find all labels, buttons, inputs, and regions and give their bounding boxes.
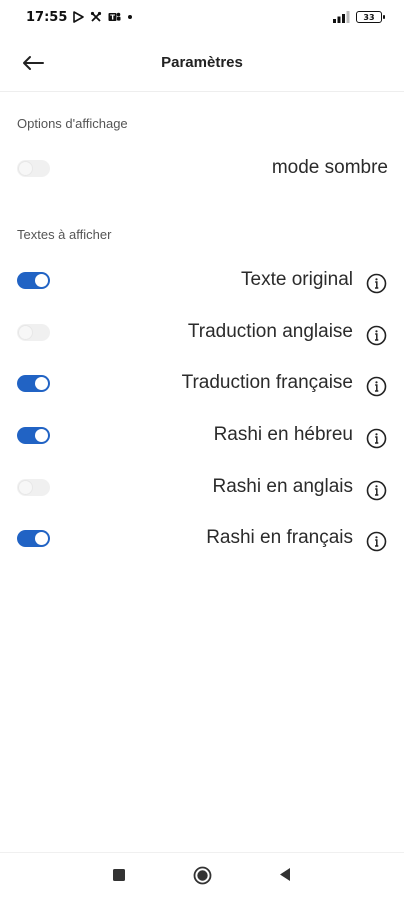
rashi-english-toggle[interactable] <box>17 479 50 496</box>
settings-screen: 17:55 T 33 Paramètres Options d'affichag… <box>0 0 404 900</box>
status-bar: 17:55 T 33 <box>0 0 404 34</box>
toggle-knob <box>35 429 48 442</box>
french-translation-toggle[interactable] <box>17 375 50 392</box>
info-icon[interactable] <box>366 428 387 449</box>
setting-label: Rashi en anglais <box>212 476 353 497</box>
status-right: 33 <box>333 11 385 23</box>
arrow-left-icon <box>23 56 44 70</box>
toggle-knob <box>35 274 48 287</box>
teams-icon: T <box>108 11 121 23</box>
status-left: 17:55 T <box>26 10 133 25</box>
info-icon[interactable] <box>366 376 387 397</box>
toggle-knob <box>35 377 48 390</box>
original-text-toggle[interactable] <box>17 272 50 289</box>
toggle-knob <box>19 326 32 339</box>
page-title: Paramètres <box>161 54 243 71</box>
info-icon[interactable] <box>366 273 387 294</box>
dark-mode-toggle[interactable] <box>17 160 50 177</box>
play-store-icon <box>73 11 85 23</box>
setting-row-rashi-french: Rashi en français <box>0 524 404 554</box>
setting-label: mode sombre <box>271 157 388 178</box>
svg-text:T: T <box>111 14 116 22</box>
toggle-knob <box>35 532 48 545</box>
setting-label: Rashi en hébreu <box>213 424 353 445</box>
app-bar: Paramètres <box>0 34 404 92</box>
setting-row-french-translation: Traduction française <box>0 369 404 399</box>
setting-label: Traduction française <box>181 372 353 393</box>
setting-row-original-text: Texte original <box>0 266 404 296</box>
recent-apps-icon[interactable] <box>113 869 125 881</box>
back-icon[interactable] <box>279 867 291 882</box>
english-translation-toggle[interactable] <box>17 324 50 341</box>
tools-icon <box>90 11 102 23</box>
status-time: 17:55 <box>26 9 68 25</box>
info-icon[interactable] <box>366 531 387 552</box>
battery-level: 33 <box>363 12 375 22</box>
toggle-knob <box>19 162 32 175</box>
setting-label: Texte original <box>241 269 353 290</box>
setting-row-rashi-hebrew: Rashi en hébreu <box>0 421 404 451</box>
signal-icon <box>333 11 350 23</box>
info-icon[interactable] <box>366 325 387 346</box>
back-button[interactable] <box>20 50 46 76</box>
setting-row-english-translation: Traduction anglaise <box>0 318 404 348</box>
battery-icon: 33 <box>356 11 385 23</box>
section-title-display: Options d'affichage <box>17 116 128 131</box>
home-icon[interactable] <box>193 866 212 885</box>
dot-icon <box>127 14 133 20</box>
setting-label: Traduction anglaise <box>187 321 353 342</box>
rashi-hebrew-toggle[interactable] <box>17 427 50 444</box>
section-title-texts: Textes à afficher <box>17 227 112 242</box>
toggle-knob <box>19 481 32 494</box>
info-icon[interactable] <box>366 480 387 501</box>
rashi-french-toggle[interactable] <box>17 530 50 547</box>
setting-row-rashi-english: Rashi en anglais <box>0 473 404 503</box>
setting-row-dark-mode: mode sombre <box>0 154 404 184</box>
setting-label: Rashi en français <box>206 527 353 548</box>
